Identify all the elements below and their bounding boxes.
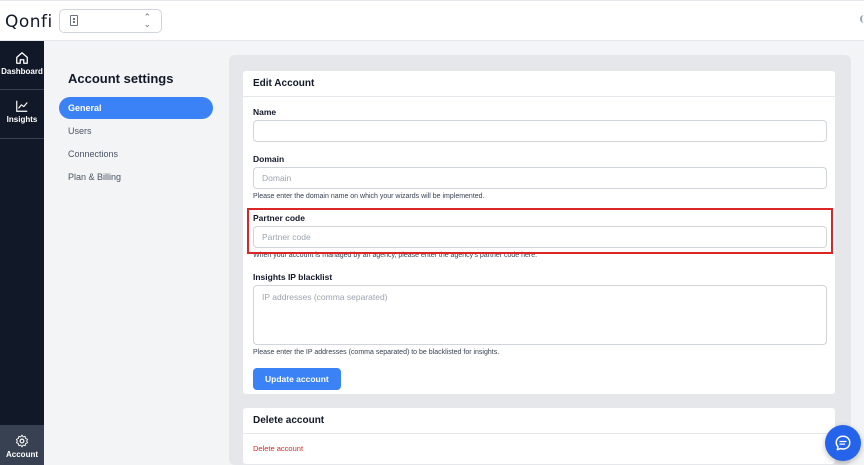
domain-input[interactable]	[253, 167, 827, 189]
domain-help-text: Please enter the domain name on which yo…	[253, 193, 485, 200]
nav-item-account[interactable]: Account	[0, 425, 44, 465]
app-logo[interactable]: Qonfi	[5, 12, 53, 32]
card-title: Edit Account	[243, 71, 835, 97]
delete-account-card: Delete account Delete account	[242, 407, 836, 465]
partner-code-label: Partner code	[253, 213, 305, 223]
settings-item-plan-billing[interactable]: Plan & Billing	[59, 166, 213, 188]
nav-label-insights: Insights	[6, 115, 38, 124]
settings-item-general[interactable]: General	[59, 97, 213, 119]
chevron-updown-icon: ⌃ ⌄	[143, 12, 151, 29]
settings-item-connections[interactable]: Connections	[59, 143, 213, 165]
nav-divider	[0, 138, 44, 139]
building-icon	[70, 15, 78, 26]
partner-code-input[interactable]	[253, 226, 827, 248]
chat-icon	[835, 435, 851, 451]
delete-account-link[interactable]: Delete account	[253, 444, 303, 453]
update-account-button[interactable]: Update account	[253, 368, 341, 390]
settings-title: Account settings	[68, 71, 174, 86]
workspace-select[interactable]: ⌃ ⌄	[59, 9, 162, 33]
partner-code-help-text: When your account is managed by an agenc…	[253, 252, 538, 259]
name-input[interactable]	[253, 120, 827, 142]
settings-menu: General Users Connections Plan & Billing	[59, 97, 213, 189]
top-bar: Qonfi ⌃ ⌄	[0, 0, 864, 41]
ip-blacklist-textarea[interactable]	[253, 285, 827, 345]
home-icon	[16, 52, 28, 64]
nav-rail: Dashboard Insights Account	[0, 41, 44, 465]
settings-item-users[interactable]: Users	[59, 120, 213, 142]
domain-label: Domain	[253, 154, 285, 164]
user-menu-edge[interactable]	[860, 15, 864, 23]
nav-item-insights[interactable]: Insights	[0, 99, 44, 124]
chat-button[interactable]	[825, 425, 861, 461]
nav-label-account: Account	[6, 450, 38, 459]
name-label: Name	[253, 107, 277, 117]
ip-blacklist-help-text: Please enter the IP addresses (comma sep…	[253, 349, 500, 356]
card-title: Delete account	[243, 408, 835, 434]
nav-divider	[0, 89, 44, 90]
ip-blacklist-label: Insights IP blacklist	[253, 272, 333, 282]
gear-icon	[15, 434, 29, 448]
content-panel: Edit Account Name Domain Please enter th…	[229, 55, 851, 465]
edit-account-card: Edit Account Name Domain Please enter th…	[242, 70, 836, 395]
nav-item-dashboard[interactable]: Dashboard	[0, 51, 44, 76]
chart-line-icon	[16, 100, 28, 112]
nav-label-dashboard: Dashboard	[1, 67, 43, 76]
